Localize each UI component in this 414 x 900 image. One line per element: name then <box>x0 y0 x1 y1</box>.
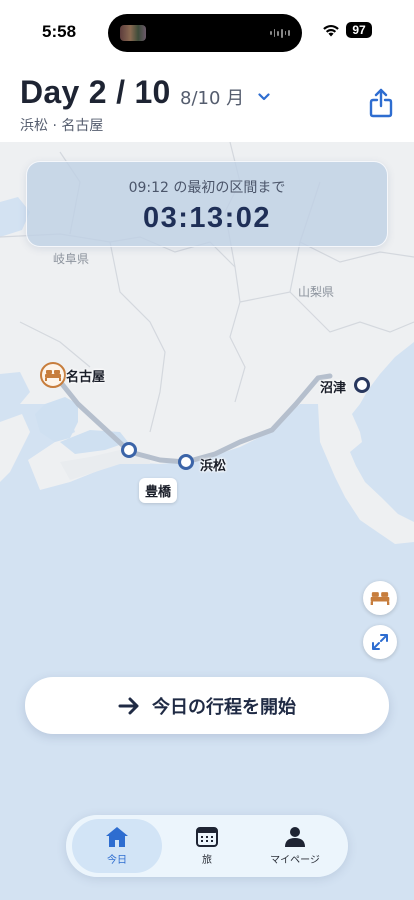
tab-bar: 今日 旅 マイページ <box>66 815 348 877</box>
tab-mypage[interactable]: マイページ <box>250 819 340 873</box>
tab-label-mypage: マイページ <box>270 855 320 866</box>
route-map[interactable]: 09:12 の最初の区間まで 03:13:02 岐阜県 山梨県 名古屋 豊橋 浜… <box>0 142 414 900</box>
stop-marker-hamamatsu[interactable] <box>178 454 194 470</box>
fit-route-button[interactable] <box>363 625 397 659</box>
stop-marker-toyohashi[interactable] <box>121 442 137 458</box>
start-itinerary-button[interactable]: 今日の行程を開始 <box>25 677 389 734</box>
status-time: 5:58 <box>42 22 77 41</box>
hotel-marker[interactable] <box>40 362 66 388</box>
calendar-icon <box>196 827 218 847</box>
start-itinerary-label: 今日の行程を開始 <box>152 696 296 718</box>
bed-icon <box>370 592 390 605</box>
tab-label-today: 今日 <box>107 855 127 866</box>
now-playing-artwork <box>120 25 146 41</box>
page-title: Day 2 / 10 <box>20 74 171 110</box>
route-subtitle: 浜松 · 名古屋 <box>20 118 104 134</box>
arrow-right-icon <box>118 697 139 714</box>
expand-icon <box>372 634 388 650</box>
status-indicators: 97 <box>322 22 372 38</box>
header: Day 2 / 10 8/10 月 浜松 · 名古屋 <box>0 66 414 142</box>
dynamic-island <box>108 14 302 52</box>
city-label-toyohashi: 豊橋 <box>139 478 178 503</box>
bed-icon <box>45 370 61 381</box>
tab-label-trip: 旅 <box>202 855 212 866</box>
city-label-hamamatsu: 浜松 <box>200 459 227 474</box>
countdown-timer: 03:13:02 <box>142 202 272 234</box>
show-hotel-button[interactable] <box>363 581 397 615</box>
person-icon <box>285 827 305 847</box>
date-label: 8/10 月 <box>180 88 245 109</box>
region-label-gifu: 岐阜県 <box>53 252 90 266</box>
home-icon <box>106 827 128 847</box>
tab-trip[interactable]: 旅 <box>162 819 252 873</box>
share-button[interactable] <box>368 88 394 118</box>
audio-waveform-icon <box>270 28 291 38</box>
date-selector[interactable]: 8/10 月 <box>180 84 270 110</box>
city-label-numazu: 沼津 <box>320 381 347 396</box>
countdown-card: 09:12 の最初の区間まで 03:13:02 <box>26 161 388 247</box>
tab-today[interactable]: 今日 <box>72 819 162 873</box>
stop-marker-numazu[interactable] <box>354 377 370 393</box>
battery-icon: 97 <box>346 22 372 38</box>
status-bar: 5:58 97 <box>0 0 414 66</box>
chevron-down-icon <box>258 93 270 101</box>
countdown-caption: 09:12 の最初の区間まで <box>128 180 286 196</box>
wifi-icon <box>323 25 339 37</box>
city-label-nagoya: 名古屋 <box>66 370 106 385</box>
region-label-yamanashi: 山梨県 <box>298 285 335 299</box>
